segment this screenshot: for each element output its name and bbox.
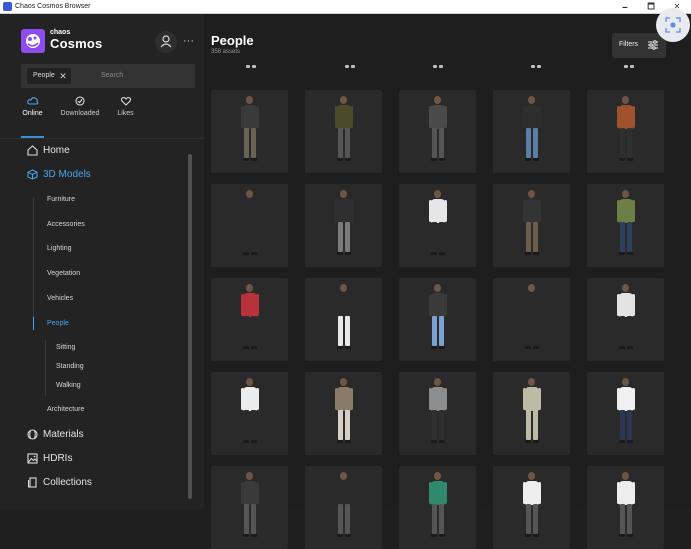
asset-card[interactable] [587, 90, 664, 173]
visual-search-button[interactable] [656, 8, 690, 42]
nav-label: Collections [43, 477, 92, 488]
asset-card[interactable] [211, 372, 288, 455]
lens-icon [665, 17, 681, 33]
nav-standing[interactable]: Standing [56, 363, 84, 370]
asset-card[interactable] [211, 90, 288, 173]
nav-architecture[interactable]: Architecture [47, 406, 84, 413]
asset-card[interactable] [211, 278, 288, 361]
filter-chip[interactable]: People ✕ [27, 68, 71, 84]
nav-3d-models[interactable]: 3D Models [27, 167, 177, 183]
tab-label: Likes [117, 110, 134, 117]
nav-label: Materials [43, 429, 84, 440]
asset-card[interactable] [305, 278, 382, 361]
active-submenu-indicator [33, 317, 34, 330]
asset-card[interactable] [399, 466, 476, 549]
cube-icon [27, 169, 38, 180]
nav-vegetation[interactable]: Vegetation [47, 270, 80, 277]
app-icon [3, 2, 12, 11]
nav-home[interactable]: Home [27, 143, 177, 159]
feet-thumbnail [531, 65, 541, 69]
asset-card[interactable] [305, 90, 382, 173]
asset-card[interactable] [587, 466, 664, 549]
asset-card[interactable] [587, 184, 664, 267]
tab-label: Online [22, 110, 43, 117]
filters-label: Filters [619, 41, 639, 48]
brand-small: chaos [50, 29, 71, 36]
asset-card[interactable] [211, 466, 288, 549]
materials-icon [27, 429, 38, 440]
asset-card[interactable] [399, 278, 476, 361]
nav-label: HDRIs [43, 453, 73, 464]
more-options-button[interactable]: ··· [183, 35, 194, 47]
nav-lighting[interactable]: Lighting [47, 245, 72, 252]
asset-card[interactable] [493, 372, 570, 455]
cosmos-logo-icon [21, 29, 45, 53]
sliders-icon [648, 40, 658, 50]
tab-likes[interactable]: Likes [114, 96, 137, 117]
account-button[interactable] [155, 31, 177, 53]
main-content: People 358 assets Filters [204, 8, 691, 549]
collections-icon [28, 477, 37, 488]
asset-card[interactable] [399, 184, 476, 267]
tab-downloaded[interactable]: Downloaded [57, 96, 103, 117]
sidebar: chaos Cosmos ··· People ✕ Search Online … [0, 14, 204, 509]
nav-hdris[interactable]: HDRIs [27, 451, 177, 467]
previous-row-partial [211, 65, 671, 72]
feet-thumbnail [624, 65, 634, 69]
nav-vehicles[interactable]: Vehicles [47, 295, 73, 302]
asset-card[interactable] [493, 184, 570, 267]
nav-collections[interactable]: Collections [27, 475, 177, 491]
search-bar[interactable]: People ✕ Search [21, 64, 195, 88]
home-icon [27, 145, 38, 156]
filter-chip-label: People [33, 72, 55, 79]
asset-card[interactable] [305, 372, 382, 455]
brand-name: Cosmos [50, 36, 103, 51]
asset-card[interactable] [587, 372, 664, 455]
asset-card[interactable] [305, 184, 382, 267]
filters-button[interactable]: Filters [612, 33, 666, 58]
nav-label: 3D Models [43, 169, 91, 180]
asset-card[interactable] [493, 466, 570, 549]
user-icon [160, 35, 172, 48]
sidebar-scrollbar[interactable] [188, 154, 192, 499]
cloud-icon [26, 97, 38, 105]
asset-card[interactable] [211, 184, 288, 267]
asset-card[interactable] [399, 372, 476, 455]
submenu-guide [33, 198, 34, 318]
asset-card[interactable] [587, 278, 664, 361]
asset-card[interactable] [493, 278, 570, 361]
nav-walking[interactable]: Walking [56, 382, 81, 389]
nav-sitting[interactable]: Sitting [56, 344, 75, 351]
feet-thumbnail [345, 65, 355, 69]
divider [0, 138, 204, 139]
check-circle-icon [75, 96, 85, 106]
feet-thumbnail [246, 65, 256, 69]
nav-label: Home [43, 145, 70, 156]
search-input[interactable]: Search [101, 72, 123, 79]
nav-furniture[interactable]: Furniture [47, 196, 75, 203]
nav-accessories[interactable]: Accessories [47, 221, 85, 228]
nav-people[interactable]: People [47, 320, 69, 327]
asset-card[interactable] [399, 90, 476, 173]
minimize-button[interactable]: 🗕 [612, 0, 638, 14]
window-titlebar: Chaos Cosmos Browser 🗕 🗖 ✕ [0, 0, 691, 14]
image-icon [27, 453, 38, 464]
feet-thumbnail [433, 65, 443, 69]
page-title: People [211, 33, 254, 48]
heart-icon [120, 96, 131, 106]
asset-card[interactable] [493, 90, 570, 173]
asset-count: 358 assets [211, 49, 241, 55]
asset-card[interactable] [305, 466, 382, 549]
tab-online[interactable]: Online [21, 96, 44, 117]
window-title: Chaos Cosmos Browser [15, 3, 91, 10]
tab-label: Downloaded [60, 110, 100, 117]
submenu-guide [45, 340, 46, 396]
chip-remove-icon[interactable]: ✕ [59, 68, 67, 84]
nav-materials[interactable]: Materials [27, 427, 177, 443]
